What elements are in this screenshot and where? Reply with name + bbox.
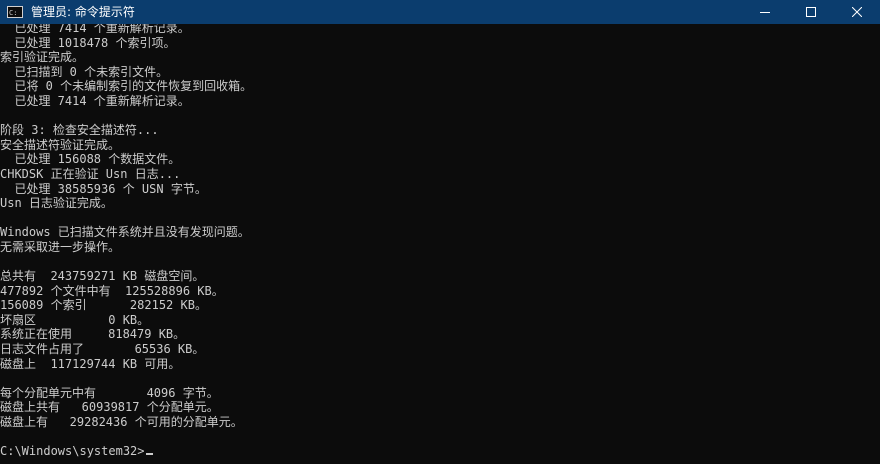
minimize-button[interactable] — [742, 0, 788, 24]
text-cursor — [145, 453, 153, 456]
console-line: Windows 已扫描文件系统并且没有发现问题。 — [0, 225, 250, 240]
console-line: 每个分配单元中有 4096 字节。 — [0, 385, 219, 400]
console-line: 已扫描到 0 个未索引文件。 — [0, 64, 169, 79]
command-prompt-window: C: 管理员: 命令提示符 已处理 7414 个重新解析记录。 已处理 1018… — [0, 0, 880, 464]
console-line: 已处理 7414 个重新解析记录。 — [0, 93, 190, 108]
caption-buttons — [742, 0, 880, 24]
console-line: 阶段 3: 检查安全描述符... — [0, 123, 159, 138]
svg-text:C:: C: — [9, 9, 17, 16]
console-line: 总共有 243759271 KB 磁盘空间。 — [0, 269, 205, 284]
console-line: 已处理 7414 个重新解析记录。 — [0, 24, 190, 35]
console-line: Usn 日志验证完成。 — [0, 196, 113, 211]
console-line: 无需采取进一步操作。 — [0, 239, 121, 254]
console-line: 系统正在使用 818479 KB。 — [0, 327, 186, 342]
console-line: 已将 0 个未编制索引的文件恢复到回收箱。 — [0, 79, 253, 94]
window-title: 管理员: 命令提示符 — [31, 5, 135, 19]
prompt-text: C:\Windows\system32> — [0, 444, 145, 459]
console-line: 磁盘上有 29282436 个可用的分配单元。 — [0, 415, 243, 430]
title-bar[interactable]: C: 管理员: 命令提示符 — [0, 0, 880, 24]
console-line: 156089 个索引 282152 KB。 — [0, 298, 207, 313]
console-line: 已处理 156088 个数据文件。 — [0, 152, 181, 167]
console-line: 已处理 1018478 个索引项。 — [0, 35, 176, 50]
minimize-icon — [760, 12, 770, 13]
maximize-icon — [806, 7, 816, 17]
console-line: CHKDSK 正在验证 Usn 日志... — [0, 166, 181, 181]
console-line: 安全描述符验证完成。 — [0, 137, 121, 152]
close-icon — [852, 7, 862, 17]
console-line: 已处理 38585936 个 USN 字节。 — [0, 181, 207, 196]
console-line: 磁盘上共有 60939817 个分配单元。 — [0, 400, 219, 415]
console-line: 日志文件占用了 65536 KB。 — [0, 342, 205, 357]
console-line: 477892 个文件中有 125528896 KB。 — [0, 283, 224, 298]
console-line: 索引验证完成。 — [0, 50, 85, 65]
console-output[interactable]: 已处理 7414 个重新解析记录。 已处理 1018478 个索引项。 索引验证… — [0, 24, 880, 464]
command-prompt-line[interactable]: C:\Windows\system32> — [0, 444, 880, 459]
console-line: 坏扇区 0 KB。 — [0, 312, 150, 327]
close-button[interactable] — [834, 0, 880, 24]
console-line: 磁盘上 117129744 KB 可用。 — [0, 356, 181, 371]
console-icon: C: — [7, 6, 23, 18]
maximize-button[interactable] — [788, 0, 834, 24]
